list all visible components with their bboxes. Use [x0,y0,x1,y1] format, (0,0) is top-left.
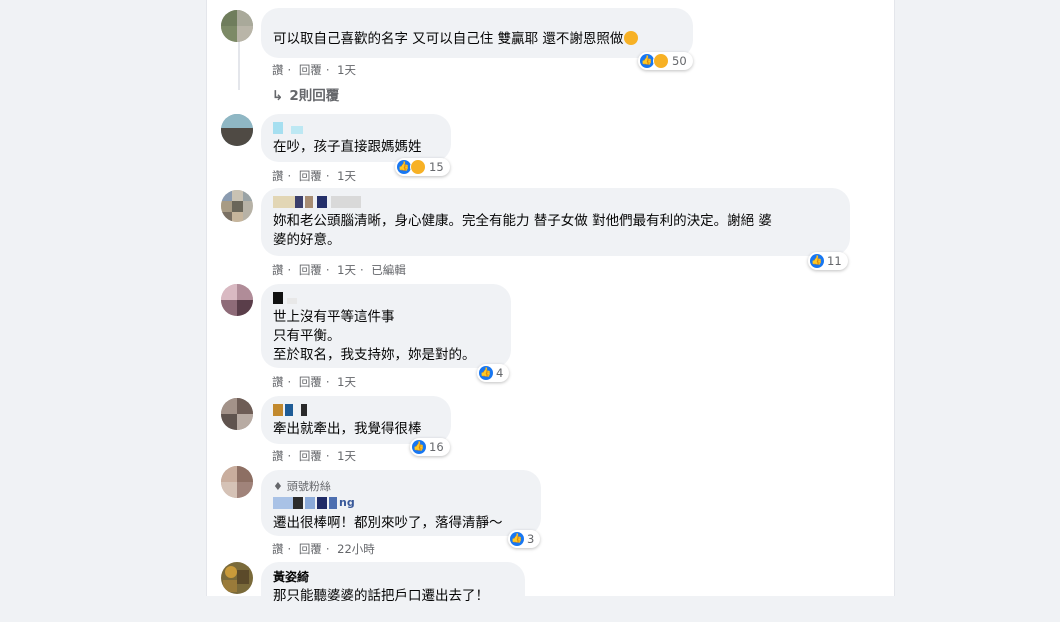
thumbs-up-icon: 👍 [412,440,426,454]
separator: · [287,169,292,183]
thumbs-up-icon: 👍 [810,254,824,268]
comment-bubble: ♦ 頭號粉絲 ng 遷出很棒啊！都別來吵了，落得清靜～ [261,470,541,536]
avatar[interactable] [221,114,253,146]
reply-link[interactable]: 回覆 [299,263,322,277]
replies-label: 2則回覆 [289,88,340,104]
comment-text: 牽出就牽出，我覺得很棒 [273,421,422,437]
timestamp[interactable]: 1天 [337,375,356,389]
reaction-count[interactable]: 👍 15 [395,158,450,176]
separator: · [325,375,330,389]
separator: · [325,63,330,77]
reply-link[interactable]: 回覆 [299,449,322,463]
badge-label: 頭號粉絲 [286,480,331,493]
reaction-number: 11 [827,254,842,268]
comment-actions: 讚 · 回覆 · 1天 [272,62,360,78]
diamond-icon: ♦ [273,479,283,493]
reaction-number: 16 [429,440,444,454]
timestamp[interactable]: 22小時 [337,542,375,556]
comment-bubble: 世上沒有平等這件事 只有平衡。 至於取名，我支持妳，妳是對的。 [261,284,511,368]
haha-emoji-icon [653,53,669,69]
reaction-number: 3 [527,532,535,546]
reply-arrow-icon: ↳ [272,88,284,104]
separator: · [287,542,292,556]
edited-label[interactable]: 已編輯 [371,263,406,277]
blurred-username [273,196,838,208]
view-replies-link[interactable]: ↳ 2則回覆 [272,84,339,104]
comment-text: 妳和老公頭腦清晰，身心健康。完全有能力 替子女做 對他們最有利的決定。謝絕 婆 … [273,213,772,248]
comment-text: 遷出很棒啊！都別來吵了，落得清靜～ [273,515,503,531]
timestamp[interactable]: 1天 [337,169,356,183]
separator: · [325,169,330,183]
separator: · [325,263,330,277]
top-fan-badge[interactable]: ♦ 頭號粉絲 [273,478,529,494]
separator: · [287,375,292,389]
comment-actions: 讚 · 回覆 · 1天 [272,374,360,390]
separator: · [287,263,292,277]
reaction-number: 4 [496,366,504,380]
timestamp[interactable]: 1天 [337,449,356,463]
avatar[interactable] [221,562,253,594]
comment-actions: 讚 · 回覆 · 1天 [272,448,360,464]
blurred-username [273,404,439,416]
like-link[interactable]: 讚 [272,542,284,556]
comment-text: 可以取自己喜歡的名字 又可以自己住 雙贏耶 還不謝恩照做 [273,31,624,47]
avatar[interactable] [221,10,253,42]
reaction-number: 50 [672,54,687,68]
comment-actions: 讚 · 回覆 · 1天 · 已編輯 [272,262,410,278]
comment-bubble: 牽出就牽出，我覺得很棒 [261,396,451,444]
thumbs-up-icon: 👍 [479,366,493,380]
laughing-emoji-icon [624,31,639,45]
comment-text: 世上沒有平等這件事 只有平衡。 至於取名，我支持妳，妳是對的。 [273,309,476,363]
reply-link[interactable]: 回覆 [299,169,322,183]
avatar[interactable] [221,284,253,316]
thumbs-up-icon: 👍 [510,532,524,546]
comment-actions: 讚 · 回覆 · 1天 [272,168,360,184]
blurred-username: ng [273,496,529,510]
separator: · [287,63,292,77]
like-link[interactable]: 讚 [272,169,284,183]
timestamp[interactable]: 1天 [337,63,356,77]
reaction-count[interactable]: 👍 3 [508,530,541,548]
username-fragment: ng [339,496,355,509]
reply-link[interactable]: 回覆 [299,542,322,556]
comment-bubble: 可以取自己喜歡的名字 又可以自己住 雙贏耶 還不謝恩照做 [261,8,693,58]
avatar[interactable] [221,398,253,430]
comment-actions: 讚 · 回覆 · 22小時 [272,541,379,557]
separator: · [325,542,330,556]
separator: · [359,263,364,277]
like-link[interactable]: 讚 [272,63,284,77]
like-link[interactable]: 讚 [272,449,284,463]
timestamp[interactable]: 1天 [337,263,356,277]
like-link[interactable]: 讚 [272,375,284,389]
avatar[interactable] [221,466,253,498]
comment-author[interactable]: 黃姿綺 [273,568,513,585]
reply-link[interactable]: 回覆 [299,63,322,77]
comment-bubble: 妳和老公頭腦清晰，身心健康。完全有能力 替子女做 對他們最有利的決定。謝絕 婆 … [261,188,850,256]
blurred-username [273,122,439,134]
comment-bubble: 黃姿綺 那只能聽婆婆的話把戶口遷出去了！ [261,562,525,622]
haha-emoji-icon [410,159,426,175]
blurred-username [273,292,499,304]
reaction-count[interactable]: 👍 16 [410,438,450,456]
reaction-count[interactable]: 👍 4 [477,364,510,382]
reaction-count[interactable]: 👍 50 [638,52,693,70]
separator: · [287,449,292,463]
separator: · [325,449,330,463]
like-link[interactable]: 讚 [272,263,284,277]
thumbs-up-icon: 👍 [397,160,411,174]
reaction-count[interactable]: 👍 11 [808,252,848,270]
comment-text: 在吵，孩子直接跟媽媽姓 [273,139,422,155]
reaction-number: 15 [429,160,444,174]
avatar[interactable] [221,190,253,222]
comment-text: 那只能聽婆婆的話把戶口遷出去了！ [273,588,489,604]
thumbs-up-icon: 👍 [640,54,654,68]
reply-link[interactable]: 回覆 [299,375,322,389]
comment-bubble: 在吵，孩子直接跟媽媽姓 [261,114,451,162]
